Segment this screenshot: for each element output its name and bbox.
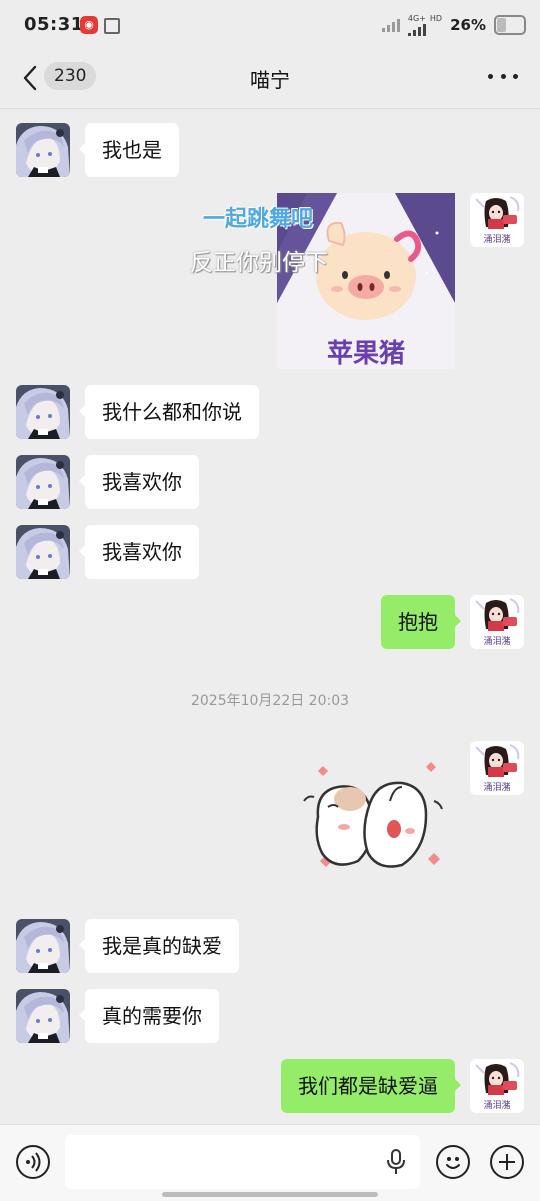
home-indicator[interactable]	[162, 1192, 378, 1197]
my-avatar[interactable]	[470, 595, 524, 649]
contact-avatar[interactable]	[16, 455, 70, 509]
chat-header: 230 喵宁	[0, 52, 540, 109]
network-type: 4G+	[407, 13, 426, 23]
more-options-icon[interactable]	[488, 64, 518, 88]
voice-waves-icon	[26, 1152, 41, 1172]
message-bubble-incoming[interactable]: 我是真的缺爱	[79, 919, 239, 973]
my-avatar[interactable]	[470, 193, 524, 247]
emoji-button[interactable]	[436, 1145, 470, 1179]
message-bubble-incoming[interactable]: 我什么都和你说	[79, 385, 259, 439]
chat-title: 喵宁	[250, 68, 290, 92]
signal-icon-2	[407, 23, 426, 36]
more-functions-button[interactable]	[490, 1145, 524, 1179]
input-bar	[0, 1124, 540, 1201]
my-avatar[interactable]	[470, 1059, 524, 1113]
sticker-text-line2: 反正你别停下	[190, 250, 328, 276]
netease-music-icon: ◉	[80, 16, 98, 34]
contact-avatar[interactable]	[16, 919, 70, 973]
microphone-icon[interactable]	[386, 1149, 406, 1175]
message-bubble-incoming[interactable]: 真的需要你	[79, 989, 219, 1043]
message-bubble-outgoing[interactable]: 我们都是缺爱逼	[281, 1059, 461, 1113]
contact-avatar[interactable]	[16, 385, 70, 439]
message-timestamp: 2025年10月22日 20:03	[190, 693, 350, 709]
sticker-text-line1: 一起跳舞吧	[203, 207, 314, 232]
message-input[interactable]	[65, 1135, 420, 1189]
app-notification-icon	[104, 18, 120, 34]
pig-sticker-caption: 苹果猪	[326, 339, 405, 369]
message-bubble-outgoing[interactable]: 抱抱	[381, 595, 461, 649]
network-indicator: 4G+ HD	[407, 13, 443, 36]
my-avatar[interactable]	[470, 741, 524, 795]
status-time: 05:31	[24, 14, 84, 35]
contact-avatar[interactable]	[16, 123, 70, 177]
voice-toggle-button[interactable]	[16, 1145, 50, 1179]
contact-avatar[interactable]	[16, 525, 70, 579]
smiley-icon	[446, 1157, 460, 1169]
battery-percent: 26%	[450, 16, 486, 34]
message-list[interactable]: 涌泪潴 我也是 苹果猪 一起跳舞吧 反正你别停下 我什么都和你说 我喜欢你 我喜…	[0, 109, 540, 1124]
hug-sticker[interactable]	[298, 757, 450, 879]
message-bubble-incoming[interactable]: 我也是	[79, 123, 179, 177]
hd-label: HD	[429, 13, 443, 23]
battery-icon	[494, 15, 526, 35]
signal-icon	[381, 18, 400, 32]
status-bar: 05:31 ◉ 4G+ HD 26%	[0, 0, 540, 52]
plus-icon	[499, 1154, 515, 1170]
contact-avatar[interactable]	[16, 989, 70, 1043]
message-bubble-incoming[interactable]: 我喜欢你	[79, 455, 199, 509]
message-bubble-incoming[interactable]: 我喜欢你	[79, 525, 199, 579]
